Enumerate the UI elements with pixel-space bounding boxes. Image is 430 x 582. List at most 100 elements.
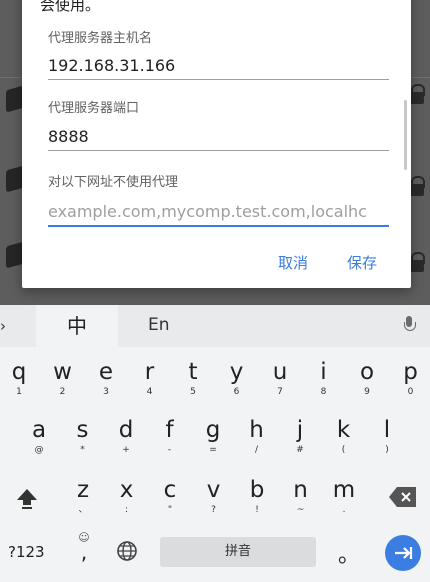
key-i[interactable]: i8 [304, 357, 344, 405]
globe-icon[interactable] [115, 539, 139, 563]
key-letter: m [332, 477, 356, 503]
emoji-comma-key[interactable]: ☺ , [70, 531, 98, 571]
key-secondary: " [167, 505, 173, 515]
key-letter: u [272, 359, 288, 385]
key-v[interactable]: v? [194, 475, 234, 523]
key-secondary: @ [34, 445, 44, 455]
key-r[interactable]: r4 [130, 357, 170, 405]
key-letter: a [31, 417, 47, 443]
key-letter: n [293, 477, 308, 503]
key-letter: q [11, 359, 27, 385]
backspace-icon[interactable] [388, 485, 418, 509]
key-letter: x [119, 477, 134, 503]
key-secondary: 2 [59, 387, 66, 397]
enter-key[interactable] [385, 535, 421, 571]
space-key[interactable]: 拼音 [160, 537, 316, 567]
soft-keyboard: › 中 En q1w2e3r4t5y6u7i8o9p0 a @ s * d + f - g = h /… [0, 305, 430, 582]
chinese-mode-tab[interactable]: 中 [36, 305, 118, 347]
key-b[interactable]: b! [237, 475, 277, 523]
key-letter: f [165, 417, 174, 443]
dialog-intro-text: 会使用。 [40, 0, 101, 14]
key-secondary: * [80, 445, 85, 455]
key-letter: g [205, 417, 221, 443]
key-letter: b [249, 477, 265, 503]
key-secondary: - [167, 445, 172, 455]
key-secondary: ? [211, 505, 216, 515]
key-secondary: / [254, 445, 259, 455]
proxy-port-input[interactable]: 8888 [48, 127, 389, 151]
key-secondary: 1 [16, 387, 22, 397]
key-letter: l [383, 417, 391, 443]
key-f[interactable]: f- [150, 415, 190, 463]
dialog-scrollbar[interactable] [404, 100, 407, 170]
proxy-settings-dialog: 会使用。 代理服务器主机名 192.168.31.166 代理服务器端口 888… [22, 0, 411, 288]
key-secondary: + [122, 445, 130, 455]
key-secondary: 8 [320, 387, 327, 397]
key-secondary: 6 [233, 387, 240, 397]
cancel-button[interactable]: 取消 [278, 252, 308, 273]
key-letter: o [359, 359, 375, 385]
bypass-list-label: 对以下网址不使用代理 [48, 175, 179, 190]
key-n[interactable]: n ~ [281, 475, 321, 523]
key-letter: k [336, 417, 351, 443]
keyboard-toolbar: › 中 En [0, 305, 430, 347]
symbols-key[interactable]: ?123 [8, 543, 45, 561]
key-x[interactable]: x: [107, 475, 147, 523]
key-t[interactable]: t5 [173, 357, 213, 405]
key-s[interactable]: s * [63, 415, 103, 463]
key-secondary: # [296, 445, 304, 455]
save-button[interactable]: 保存 [347, 252, 377, 273]
key-secondary: 、 [78, 505, 88, 515]
key-secondary: ) [385, 445, 389, 455]
key-secondary: ~ [296, 505, 305, 515]
key-letter: y [229, 359, 244, 385]
key-secondary: 4 [146, 387, 153, 397]
key-u[interactable]: u7 [260, 357, 300, 405]
key-q[interactable]: q1 [0, 357, 39, 405]
key-secondary: 5 [190, 387, 196, 397]
key-secondary: 3 [103, 387, 109, 397]
key-j[interactable]: j # [280, 415, 320, 463]
key-letter: z [76, 477, 90, 503]
key-letter: j [296, 417, 304, 443]
key-letter: e [98, 359, 114, 385]
chevron-right-icon[interactable]: › [0, 317, 6, 335]
bypass-list-input[interactable]: example.com,mycomp.test.com,localhc [48, 202, 389, 227]
key-secondary: = [209, 445, 217, 455]
proxy-host-input[interactable]: 192.168.31.166 [48, 56, 389, 80]
proxy-host-label: 代理服务器主机名 [48, 31, 153, 46]
key-a[interactable]: a @ [19, 415, 59, 463]
key-secondary: 7 [277, 387, 283, 397]
key-letter: c [163, 477, 177, 503]
key-o[interactable]: o9 [347, 357, 387, 405]
key-w[interactable]: w2 [43, 357, 83, 405]
period-key[interactable]: 。 [338, 537, 360, 569]
microphone-icon[interactable] [404, 316, 416, 336]
key-l[interactable]: l) [367, 415, 407, 463]
key-letter: v [206, 477, 221, 503]
key-letter: w [53, 359, 72, 385]
key-m[interactable]: m. [324, 475, 364, 523]
key-secondary: 0 [407, 387, 414, 397]
key-k[interactable]: k( [324, 415, 364, 463]
key-z[interactable]: z、 [63, 475, 103, 523]
key-secondary: ! [255, 505, 259, 515]
key-letter: r [144, 359, 155, 385]
key-e[interactable]: e3 [86, 357, 126, 405]
key-g[interactable]: g = [193, 415, 233, 463]
key-y[interactable]: y6 [217, 357, 257, 405]
comma-label: , [80, 540, 88, 564]
key-secondary: : [124, 505, 129, 515]
key-letter: h [249, 417, 264, 443]
english-mode-tab[interactable]: En [148, 315, 170, 335]
key-p[interactable]: p0 [391, 357, 430, 405]
key-secondary: 9 [364, 387, 370, 397]
shift-icon[interactable] [12, 483, 42, 513]
key-d[interactable]: d + [106, 415, 146, 463]
key-letter: i [320, 359, 327, 385]
enter-arrow-icon [395, 547, 413, 559]
key-c[interactable]: c " [150, 475, 190, 523]
key-h[interactable]: h / [237, 415, 277, 463]
key-letter: d [118, 417, 134, 443]
key-letter: t [188, 359, 198, 385]
